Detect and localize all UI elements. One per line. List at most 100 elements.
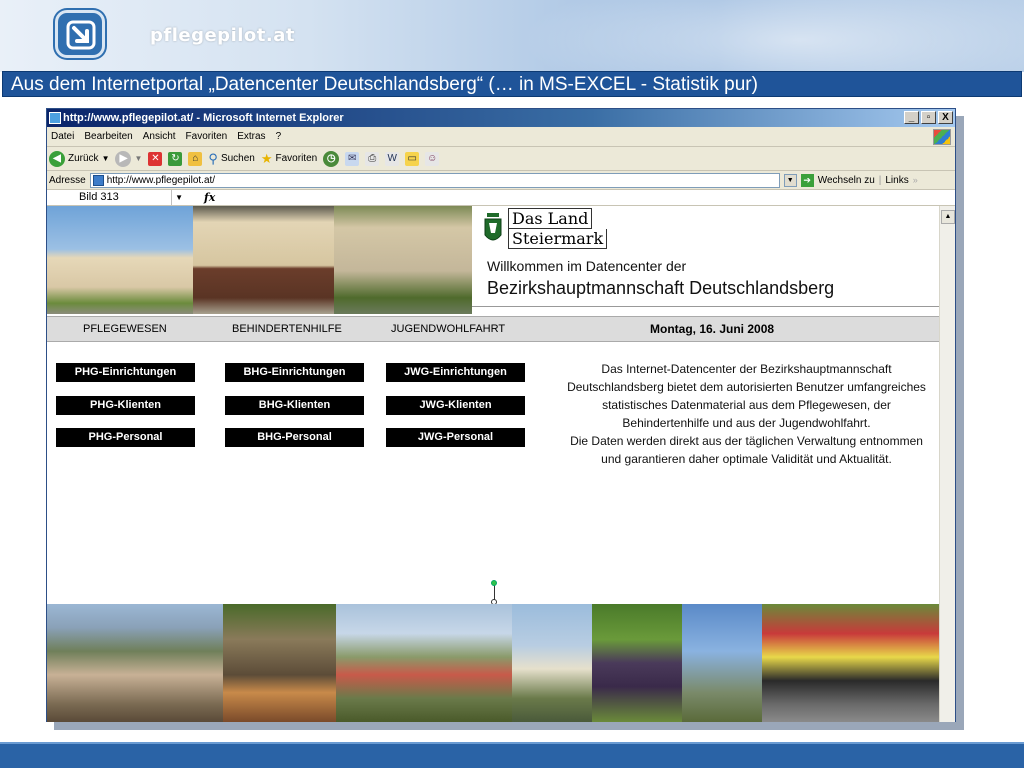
slide-footer-bar	[0, 742, 1024, 768]
nav-jugendwohlfahrt[interactable]: JUGENDWOHLFAHRT	[391, 323, 505, 335]
scroll-up-icon[interactable]: ▲	[941, 210, 955, 224]
windows-logo-icon	[933, 129, 951, 145]
go-button[interactable]: Wechseln zu	[818, 175, 875, 186]
mail-icon[interactable]: ✉	[345, 151, 360, 166]
bhg-einrichtungen-button[interactable]: BHG-Einrichtungen	[225, 363, 364, 382]
browser-titlebar[interactable]: http://www.pflegepilot.at/ - Microsoft I…	[47, 109, 955, 127]
star-icon: ★	[260, 150, 273, 166]
jwg-klienten-button[interactable]: JWG-Klienten	[386, 396, 525, 415]
rotation-handle[interactable]	[491, 580, 497, 586]
name-box[interactable]: Bild 313 ▼	[47, 190, 183, 205]
restore-button[interactable]: ▫	[921, 111, 936, 124]
back-label: Zurück	[68, 153, 99, 164]
web-content: Das Land Steiermark Willkommen im Datenc…	[47, 206, 955, 722]
home-icon[interactable]: ⌂	[188, 151, 203, 166]
history-icon[interactable]: ◷	[323, 150, 340, 167]
date-label: Montag, 16. Juni 2008	[650, 322, 775, 336]
edit-word-icon[interactable]: W	[385, 151, 400, 166]
slide-title: Aus dem Internetportal „Datencenter Deut…	[2, 71, 1022, 97]
welcome-line-2: Bezirkshauptmannschaft Deutschlandsberg	[487, 278, 835, 298]
vertical-scrollbar[interactable]: ▲	[939, 206, 955, 722]
menu-extras[interactable]: Extras	[237, 127, 265, 146]
ie-icon	[49, 112, 61, 124]
close-button[interactable]: X	[938, 111, 953, 124]
bhg-klienten-button[interactable]: BHG-Klienten	[225, 396, 364, 415]
search-label: Suchen	[220, 153, 255, 164]
datacenter-page: Das Land Steiermark Willkommen im Datenc…	[47, 206, 940, 722]
divider	[472, 306, 940, 307]
name-box-value: Bild 313	[79, 191, 119, 203]
nav-pflegewesen[interactable]: PFLEGEWESEN	[83, 323, 167, 335]
name-box-dropdown-icon[interactable]: ▼	[175, 190, 183, 205]
brand-name: pflegepilot.at	[150, 25, 295, 46]
page-icon	[92, 174, 104, 186]
menu-bar: Datei Bearbeiten Ansicht Favoriten Extra…	[47, 127, 955, 147]
folder-icon[interactable]: ▭	[405, 151, 420, 166]
favorites-label: Favoriten	[275, 153, 318, 164]
toolbar: ◀ Zurück ▼ ▶ ▼ ✕ ↻ ⌂ ⚲ Suchen ★ Favorite…	[47, 147, 955, 171]
messenger-icon[interactable]: ☺	[425, 151, 440, 166]
menu-favoriten[interactable]: Favoriten	[186, 127, 228, 146]
back-arrow-icon: ◀	[49, 150, 65, 167]
print-icon[interactable]: ⎙	[365, 151, 380, 166]
formula-bar: Bild 313 ▼ fx	[47, 190, 955, 206]
address-dropdown-icon[interactable]: ▼	[783, 173, 797, 187]
pflegepilot-logo-icon	[55, 10, 105, 58]
photo-windmill	[682, 604, 762, 722]
header-photos	[47, 206, 472, 314]
coat-of-arms-icon	[484, 213, 502, 241]
photo-castle	[223, 604, 336, 722]
bhg-personal-button[interactable]: BHG-Personal	[225, 428, 364, 447]
address-input[interactable]: http://www.pflegepilot.at/	[89, 172, 780, 188]
minimize-button[interactable]: _	[904, 111, 919, 124]
back-dropdown-icon: ▼	[101, 154, 110, 163]
go-arrow-icon[interactable]: ➔	[800, 173, 814, 187]
menu-datei[interactable]: Datei	[51, 127, 74, 146]
info-paragraph-2: Die Daten werden direkt aus der tägliche…	[570, 434, 923, 466]
menu-ansicht[interactable]: Ansicht	[143, 127, 176, 146]
phg-klienten-button[interactable]: PHG-Klienten	[56, 396, 195, 415]
nav-behindertenhilfe[interactable]: BEHINDERTENHILFE	[232, 323, 342, 335]
phg-einrichtungen-button[interactable]: PHG-Einrichtungen	[56, 363, 195, 382]
address-value: http://www.pflegepilot.at/	[106, 174, 216, 186]
back-button[interactable]: ◀ Zurück ▼	[49, 150, 110, 167]
photo-grapes	[592, 604, 682, 722]
stop-icon[interactable]: ✕	[148, 151, 163, 166]
search-icon: ⚲	[208, 150, 218, 166]
refresh-icon[interactable]: ↻	[168, 151, 183, 166]
window-title: http://www.pflegepilot.at/ - Microsoft I…	[63, 112, 344, 124]
land-line-2: Steiermark	[508, 229, 608, 249]
land-steiermark-logo: Das Land Steiermark	[508, 208, 608, 249]
info-paragraph-1: Das Internet-Datencenter der Bezirkshaup…	[567, 362, 926, 430]
browser-window: http://www.pflegepilot.at/ - Microsoft I…	[46, 108, 956, 722]
brand-area: Das Land Steiermark Willkommen im Datenc…	[472, 206, 940, 314]
links-button[interactable]: Links	[885, 175, 908, 186]
header-decoration	[520, 0, 1024, 72]
info-text: Das Internet-Datencenter der Bezirkshaup…	[564, 360, 929, 468]
photo-cyclists	[762, 604, 940, 722]
photo-church	[512, 604, 592, 722]
divider: |	[878, 174, 882, 186]
land-line-1: Das Land	[508, 208, 593, 229]
menu-bearbeiten[interactable]: Bearbeiten	[84, 127, 132, 146]
photo-village	[336, 604, 512, 722]
menu-help[interactable]: ?	[276, 127, 282, 146]
address-bar: Adresse http://www.pflegepilot.at/ ▼ ➔ W…	[47, 171, 955, 190]
forward-dropdown-icon: ▼	[134, 154, 143, 163]
favorites-button[interactable]: ★ Favoriten	[261, 151, 317, 167]
jwg-personal-button[interactable]: JWG-Personal	[386, 428, 525, 447]
page-nav: PFLEGEWESEN BEHINDERTENHILFE JUGENDWOHLF…	[47, 316, 940, 342]
photo-building-1	[47, 206, 193, 314]
phg-personal-button[interactable]: PHG-Personal	[56, 428, 195, 447]
jwg-einrichtungen-button[interactable]: JWG-Einrichtungen	[386, 363, 525, 382]
fx-icon[interactable]: fx	[204, 191, 215, 204]
search-button[interactable]: ⚲ Suchen	[208, 151, 254, 167]
forward-button[interactable]: ▶ ▼	[115, 150, 143, 167]
slide-header: pflegepilot.at	[0, 0, 1024, 72]
photo-building-portal	[193, 206, 334, 314]
footer-photos	[47, 604, 940, 722]
photo-building-3	[334, 206, 472, 314]
links-chevron-icon[interactable]: »	[913, 175, 918, 185]
photo-town-panorama	[47, 604, 223, 722]
welcome-line-1: Willkommen im Datencenter der	[487, 258, 687, 274]
